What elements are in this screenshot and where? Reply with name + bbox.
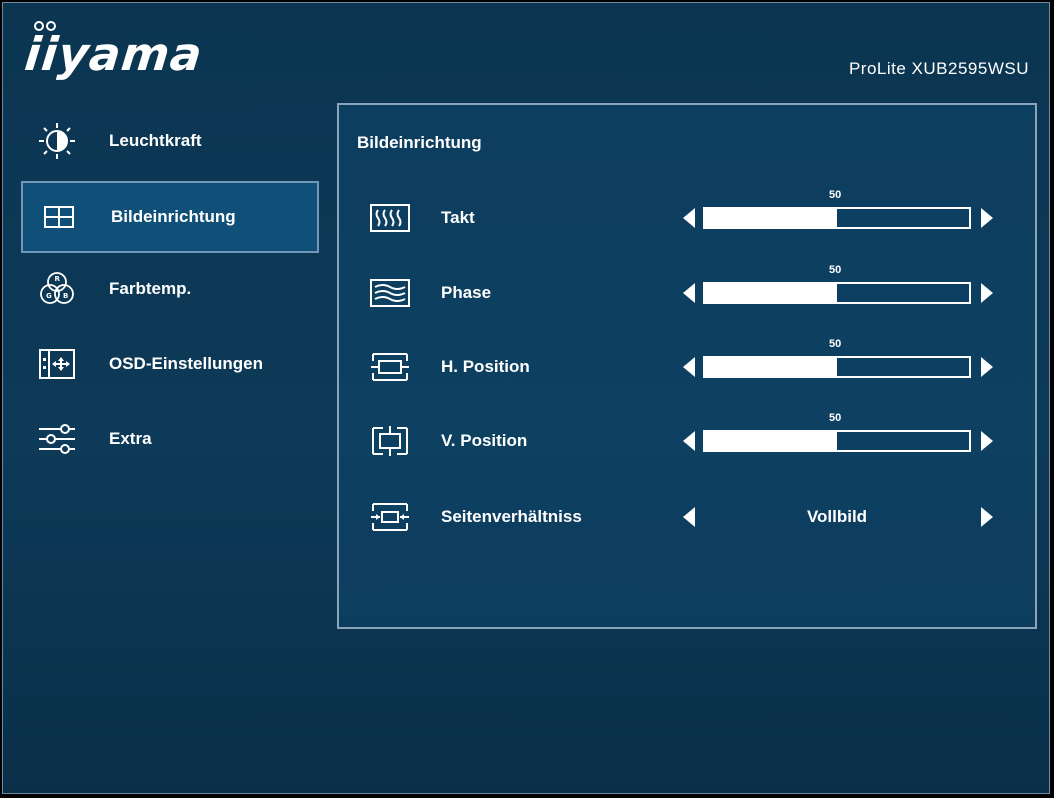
slider-value: 50 [829, 412, 842, 424]
slider-value: 50 [829, 338, 842, 350]
svg-text:G: G [46, 292, 52, 300]
setting-label: Takt [441, 208, 475, 227]
brightness-icon [39, 123, 75, 159]
sidebar-item-osd-einstellungen[interactable]: OSD-Einstellungen [21, 328, 319, 400]
setting-label: Seitenverhältniss [441, 507, 582, 526]
sidebar-item-farbtemp[interactable]: R G B Farbtemp. [21, 253, 319, 325]
decrease-arrow-icon[interactable] [683, 507, 695, 527]
increase-arrow-icon[interactable] [981, 283, 993, 303]
setting-label: V. Position [441, 431, 528, 450]
slider-fill [705, 432, 837, 450]
aspect-ratio-icon [371, 503, 409, 531]
extra-settings-icon [39, 424, 75, 454]
color-temp-icon: R G B [40, 272, 74, 304]
model-name: ProLite XUB2595WSU [848, 59, 1029, 78]
setting-row-phase[interactable]: Phase 50 [339, 264, 1035, 318]
svg-text:B: B [63, 292, 68, 300]
panel-title: Bildeinrichtung [357, 133, 482, 152]
decrease-arrow-icon[interactable] [683, 431, 695, 451]
sidebar-item-label: OSD-Einstellungen [109, 354, 263, 373]
setting-label: H. Position [441, 357, 530, 376]
sidebar-item-bildeinrichtung[interactable]: Bildeinrichtung [21, 181, 319, 253]
osd-settings-icon [39, 349, 75, 379]
slider-fill [705, 209, 837, 227]
aspect-ratio-value: Vollbild [806, 507, 868, 526]
phase-slider[interactable] [703, 282, 971, 304]
setting-label: Phase [441, 283, 492, 302]
decrease-arrow-icon[interactable] [683, 357, 695, 377]
osd-menu: iiyama ProLite XUB2595WSU Leuchtkraft Bi… [2, 2, 1050, 794]
decrease-arrow-icon[interactable] [683, 283, 695, 303]
increase-arrow-icon[interactable] [981, 431, 993, 451]
sidebar-item-label: Extra [109, 429, 152, 448]
slider-fill [705, 284, 837, 302]
slider-fill [705, 358, 837, 376]
image-setup-icon [44, 206, 74, 228]
sidebar-item-label: Leuchtkraft [109, 131, 202, 150]
svg-text:R: R [55, 275, 61, 283]
decrease-arrow-icon[interactable] [683, 208, 695, 228]
h-position-icon [371, 353, 409, 381]
increase-arrow-icon[interactable] [981, 357, 993, 377]
h-position-slider[interactable] [703, 356, 971, 378]
setting-row-v-position[interactable]: V. Position 50 [339, 412, 1035, 466]
takt-slider[interactable] [703, 207, 971, 229]
v-position-slider[interactable] [703, 430, 971, 452]
phase-icon [370, 279, 410, 307]
sidebar-item-leuchtkraft[interactable]: Leuchtkraft [21, 105, 319, 177]
clock-icon [370, 204, 410, 232]
sidebar-item-extra[interactable]: Extra [21, 403, 319, 475]
setting-row-h-position[interactable]: H. Position 50 [339, 338, 1035, 392]
slider-value: 50 [829, 189, 842, 201]
increase-arrow-icon[interactable] [981, 208, 993, 228]
sidebar-item-label: Bildeinrichtung [111, 207, 236, 226]
brand-logo: iiyama [22, 27, 206, 81]
setting-row-seitenverhaeltniss[interactable]: Seitenverhältniss Vollbild [339, 492, 1035, 542]
setting-row-takt[interactable]: Takt 50 [339, 189, 1035, 243]
settings-panel: Bildeinrichtung Takt 50 Phase 50 H. Posi… [337, 103, 1037, 629]
v-position-icon [372, 426, 408, 456]
slider-value: 50 [829, 264, 842, 276]
sidebar-item-label: Farbtemp. [109, 279, 192, 298]
increase-arrow-icon[interactable] [981, 507, 993, 527]
